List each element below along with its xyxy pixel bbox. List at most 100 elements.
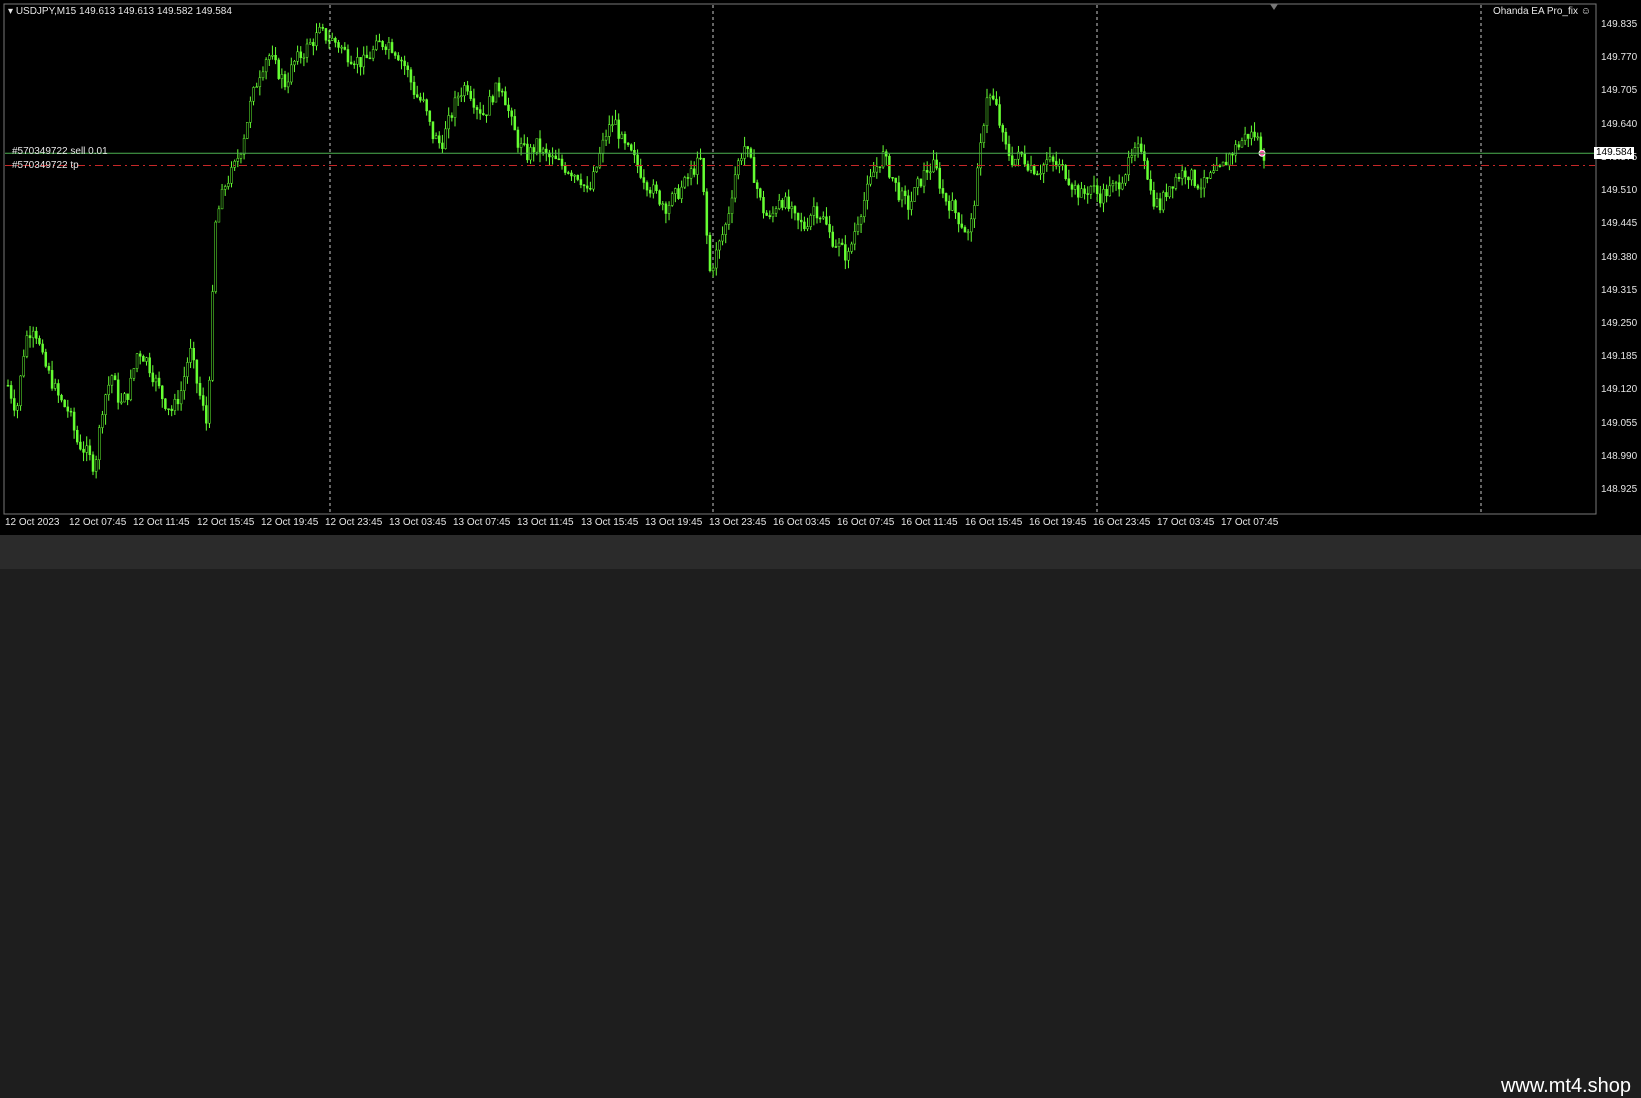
candle-body [135,353,139,369]
candle-body [167,408,170,410]
candle-body [157,377,161,387]
candle-body [1004,131,1008,145]
time-tick-label: 16 Oct 23:45 [1093,517,1151,528]
chart-area[interactable]: ▾ USDJPY,M15 149.613 149.613 149.582 149… [0,0,1641,535]
candle-body [198,383,202,396]
candle-body [589,187,592,190]
watermark: www.mt4.shop [1500,1075,1631,1097]
candle-body [447,115,450,130]
candle-body [579,179,583,186]
candle-body [286,81,290,88]
candle-body [179,390,183,405]
candle-body [985,97,989,127]
candle-body [28,335,32,339]
candle-body [485,114,488,116]
candle-body [812,206,816,216]
candle-body [516,129,520,148]
candle-body [268,55,271,60]
price-chart[interactable] [0,0,1641,535]
candle-body [22,356,25,377]
candle-body [1184,170,1187,178]
footer-bar: www.mt4.shop [0,535,1641,1097]
candle-body [866,183,869,201]
candle-body [25,335,29,357]
candle-body [1256,136,1259,139]
candle-body [91,454,95,472]
candle-body [16,405,19,411]
time-tick-label: 12 Oct 15:45 [197,517,255,528]
candle-body [743,146,746,159]
candle-body [76,429,79,443]
candle-body [759,188,762,198]
candle-body [966,231,970,234]
candle-body [1240,140,1244,148]
order-label[interactable]: #570349722 sell 0.01 [12,146,108,157]
candle-body [737,160,740,176]
candle-body [47,366,51,371]
price-tick-label: 149.380 [1601,251,1638,263]
symbol-quote-text: USDJPY,M15 149.613 149.613 149.582 149.5… [15,6,232,17]
price-tick-label: 149.510 [1601,185,1638,197]
candle-body [1215,165,1219,171]
candle-body [1026,163,1030,171]
candle-body [790,206,794,209]
candle-body [733,174,737,199]
candle-body [142,356,145,362]
candle-body [888,155,891,178]
tp-label[interactable]: #570349722 tp [12,160,79,171]
candle-body [186,362,189,377]
candle-body [636,154,639,167]
candle-body [771,212,775,218]
candle-body [189,347,192,363]
candle-body [925,170,929,173]
candle-body [535,138,539,153]
candle-body [1092,185,1096,187]
candle-body [1253,131,1256,138]
time-tick-label: 12 Oct 2023 [5,517,60,528]
candle-body [607,124,611,137]
candle-body [696,157,699,175]
candle-body [1171,186,1174,189]
candle-body [9,385,13,399]
candle-body [1048,156,1052,161]
candle-body [680,186,683,199]
candle-body [1139,143,1143,152]
expert-advisor-label[interactable]: Ohanda EA Pro_fix ☺ [1493,6,1591,18]
candle-body [711,267,715,271]
candle-body [674,188,677,194]
candle-body [296,51,299,62]
candle-body [101,414,104,428]
candle-body [1177,177,1181,179]
candle-body [784,196,787,208]
candle-body [1077,185,1080,198]
candle-body [560,158,564,167]
candle-body [585,185,589,189]
candle-body [913,187,916,202]
candle-body [343,46,347,50]
time-tick-label: 13 Oct 11:45 [517,517,574,528]
candle-body [1237,144,1241,148]
candle-body [727,213,731,225]
candle-body [69,410,73,413]
candle-body [450,115,454,118]
candle-body [957,212,960,225]
candle-body [302,56,306,59]
candle-body [1083,188,1086,194]
candle-body [365,54,369,59]
candle-body [762,197,765,214]
candle-body [13,398,16,411]
candle-body [1243,133,1247,141]
candle-body [356,57,359,65]
candle-body [1108,185,1112,197]
candle-body [428,110,432,122]
candle-body [900,190,904,201]
time-tick-label: 12 Oct 07:45 [69,517,127,528]
candle-body [66,406,70,412]
candle-body [403,60,406,67]
triangle-down-icon[interactable]: ▾ [8,6,16,17]
candle-body [689,168,693,179]
candle-body [648,189,652,194]
price-tick-label: 148.925 [1601,484,1638,495]
candle-body [176,398,180,405]
candle-body [944,193,948,202]
